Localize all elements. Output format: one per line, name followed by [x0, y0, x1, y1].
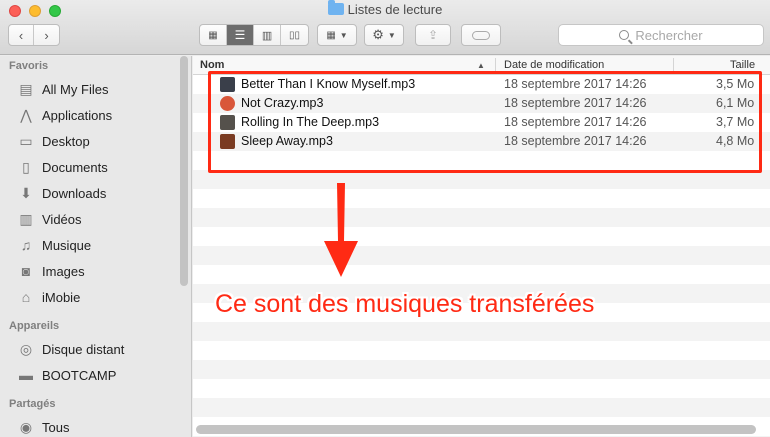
sidebar-item-label: BOOTCAMP	[42, 367, 117, 383]
desktop-icon: ▭	[19, 132, 33, 149]
sidebar-scrollbar[interactable]	[180, 56, 188, 286]
column-name[interactable]: Nom	[200, 59, 224, 71]
gear-icon: ⚙	[372, 27, 384, 42]
sidebar-section-favorites: Favoris	[9, 60, 49, 72]
search-placeholder: Rechercher	[635, 27, 703, 43]
sidebar-item-remote-disc[interactable]: ◎ Disque distant	[0, 336, 191, 362]
sidebar-item-bootcamp[interactable]: ▬ BOOTCAMP	[0, 362, 191, 388]
sidebar-item-all-my-files[interactable]: ▤ All My Files	[0, 76, 191, 102]
sidebar-item-documents[interactable]: ▯ Documents	[0, 154, 191, 180]
sidebar-item-label: Disque distant	[42, 341, 125, 357]
sidebar-item-label: Musique	[42, 237, 92, 253]
list-view-button[interactable]: ☰	[227, 25, 255, 45]
tags-button[interactable]	[461, 24, 501, 46]
images-icon: ◙	[21, 263, 31, 279]
empty-row	[193, 341, 770, 360]
documents-icon: ▯	[22, 158, 30, 175]
sidebar-item-videos[interactable]: ▥ Vidéos	[0, 206, 191, 232]
back-button[interactable]: ‹	[9, 25, 35, 45]
column-size[interactable]: Taille	[730, 59, 755, 71]
cover-flow-icon: ▯▯	[289, 29, 301, 41]
window-title-text: Listes de lecture	[347, 2, 443, 17]
title-bar: Listes de lecture ‹ › ▦ ☰ ▥ ▯▯ ▦ ▼ ⚙ ▼ ⇪…	[0, 0, 770, 55]
sidebar-item-label: Desktop	[42, 133, 90, 149]
sidebar: Favoris ▤ All My Files ⋀ Applications ▭ …	[0, 56, 192, 437]
empty-row	[193, 322, 770, 341]
all-files-icon: ▤	[19, 80, 33, 97]
arrange-grid-icon: ▦	[326, 29, 336, 41]
sidebar-section-shared: Partagés	[9, 398, 56, 410]
folder-icon	[327, 0, 344, 15]
sidebar-item-label: iMobie	[42, 289, 81, 305]
videos-icon: ▥	[19, 210, 33, 227]
sidebar-item-imobie[interactable]: ⌂ iMobie	[0, 284, 191, 310]
sidebar-item-label: Documents	[42, 159, 108, 175]
chevron-down-icon: ▼	[387, 30, 396, 40]
sidebar-item-images[interactable]: ◙ Images	[0, 258, 191, 284]
view-mode-control: ▦ ☰ ▥ ▯▯	[199, 24, 309, 46]
sidebar-item-applications[interactable]: ⋀ Applications	[0, 102, 191, 128]
chevron-right-icon: ›	[44, 27, 49, 43]
empty-row	[193, 265, 770, 284]
sidebar-item-label: Applications	[42, 107, 113, 123]
empty-row	[193, 189, 770, 208]
empty-row	[193, 398, 770, 417]
chevron-left-icon: ‹	[18, 27, 24, 43]
highlight-box	[208, 71, 762, 173]
empty-row	[193, 360, 770, 379]
share-icon: ⇪	[427, 28, 439, 42]
empty-row	[193, 246, 770, 265]
column-view-button[interactable]: ▥	[254, 25, 282, 45]
nav-buttons: ‹ ›	[8, 24, 60, 46]
empty-row	[193, 208, 770, 227]
search-field[interactable]: Rechercher	[558, 24, 764, 46]
sidebar-item-all-shared[interactable]: ◉ Tous	[0, 414, 191, 437]
annotation-text: Ce sont des musiques transférées	[215, 290, 595, 318]
sidebar-section-devices: Appareils	[9, 320, 60, 332]
sidebar-item-label: Images	[42, 263, 85, 279]
sidebar-item-desktop[interactable]: ▭ Desktop	[0, 128, 191, 154]
sidebar-item-label: Tous	[42, 419, 70, 435]
sidebar-item-label: Vidéos	[42, 211, 82, 227]
drive-icon: ▬	[19, 367, 33, 383]
horizontal-scrollbar[interactable]	[196, 425, 756, 434]
search-icon	[619, 30, 630, 40]
tag-icon	[472, 30, 490, 40]
columns-icon: ▥	[261, 29, 273, 42]
applications-icon: ⋀	[20, 106, 32, 123]
network-icon: ◉	[19, 418, 33, 435]
sidebar-item-label: All My Files	[42, 81, 109, 97]
sort-ascending-icon: ▲	[477, 61, 485, 70]
grid-icon: ▦	[208, 29, 218, 41]
window-title: Listes de lecture	[0, 0, 770, 17]
downloads-icon: ⬇	[20, 184, 32, 201]
cover-flow-button[interactable]: ▯▯	[281, 25, 308, 45]
share-button[interactable]: ⇪	[415, 24, 451, 46]
sidebar-item-music[interactable]: ♫ Musique	[0, 232, 191, 258]
home-icon: ⌂	[21, 289, 31, 305]
action-button[interactable]: ⚙ ▼	[364, 24, 404, 46]
down-arrow-icon	[324, 183, 358, 277]
empty-row	[193, 227, 770, 246]
sidebar-item-downloads[interactable]: ⬇ Downloads	[0, 180, 191, 206]
column-date[interactable]: Date de modification	[504, 59, 604, 71]
list-icon: ☰	[234, 28, 246, 42]
forward-button[interactable]: ›	[34, 25, 59, 45]
music-icon: ♫	[20, 237, 32, 253]
chevron-down-icon: ▼	[339, 30, 348, 40]
arrange-button[interactable]: ▦ ▼	[317, 24, 357, 46]
icon-view-button[interactable]: ▦	[200, 25, 228, 45]
disc-icon: ◎	[19, 340, 33, 357]
empty-row	[193, 379, 770, 398]
sidebar-item-label: Downloads	[42, 185, 107, 201]
